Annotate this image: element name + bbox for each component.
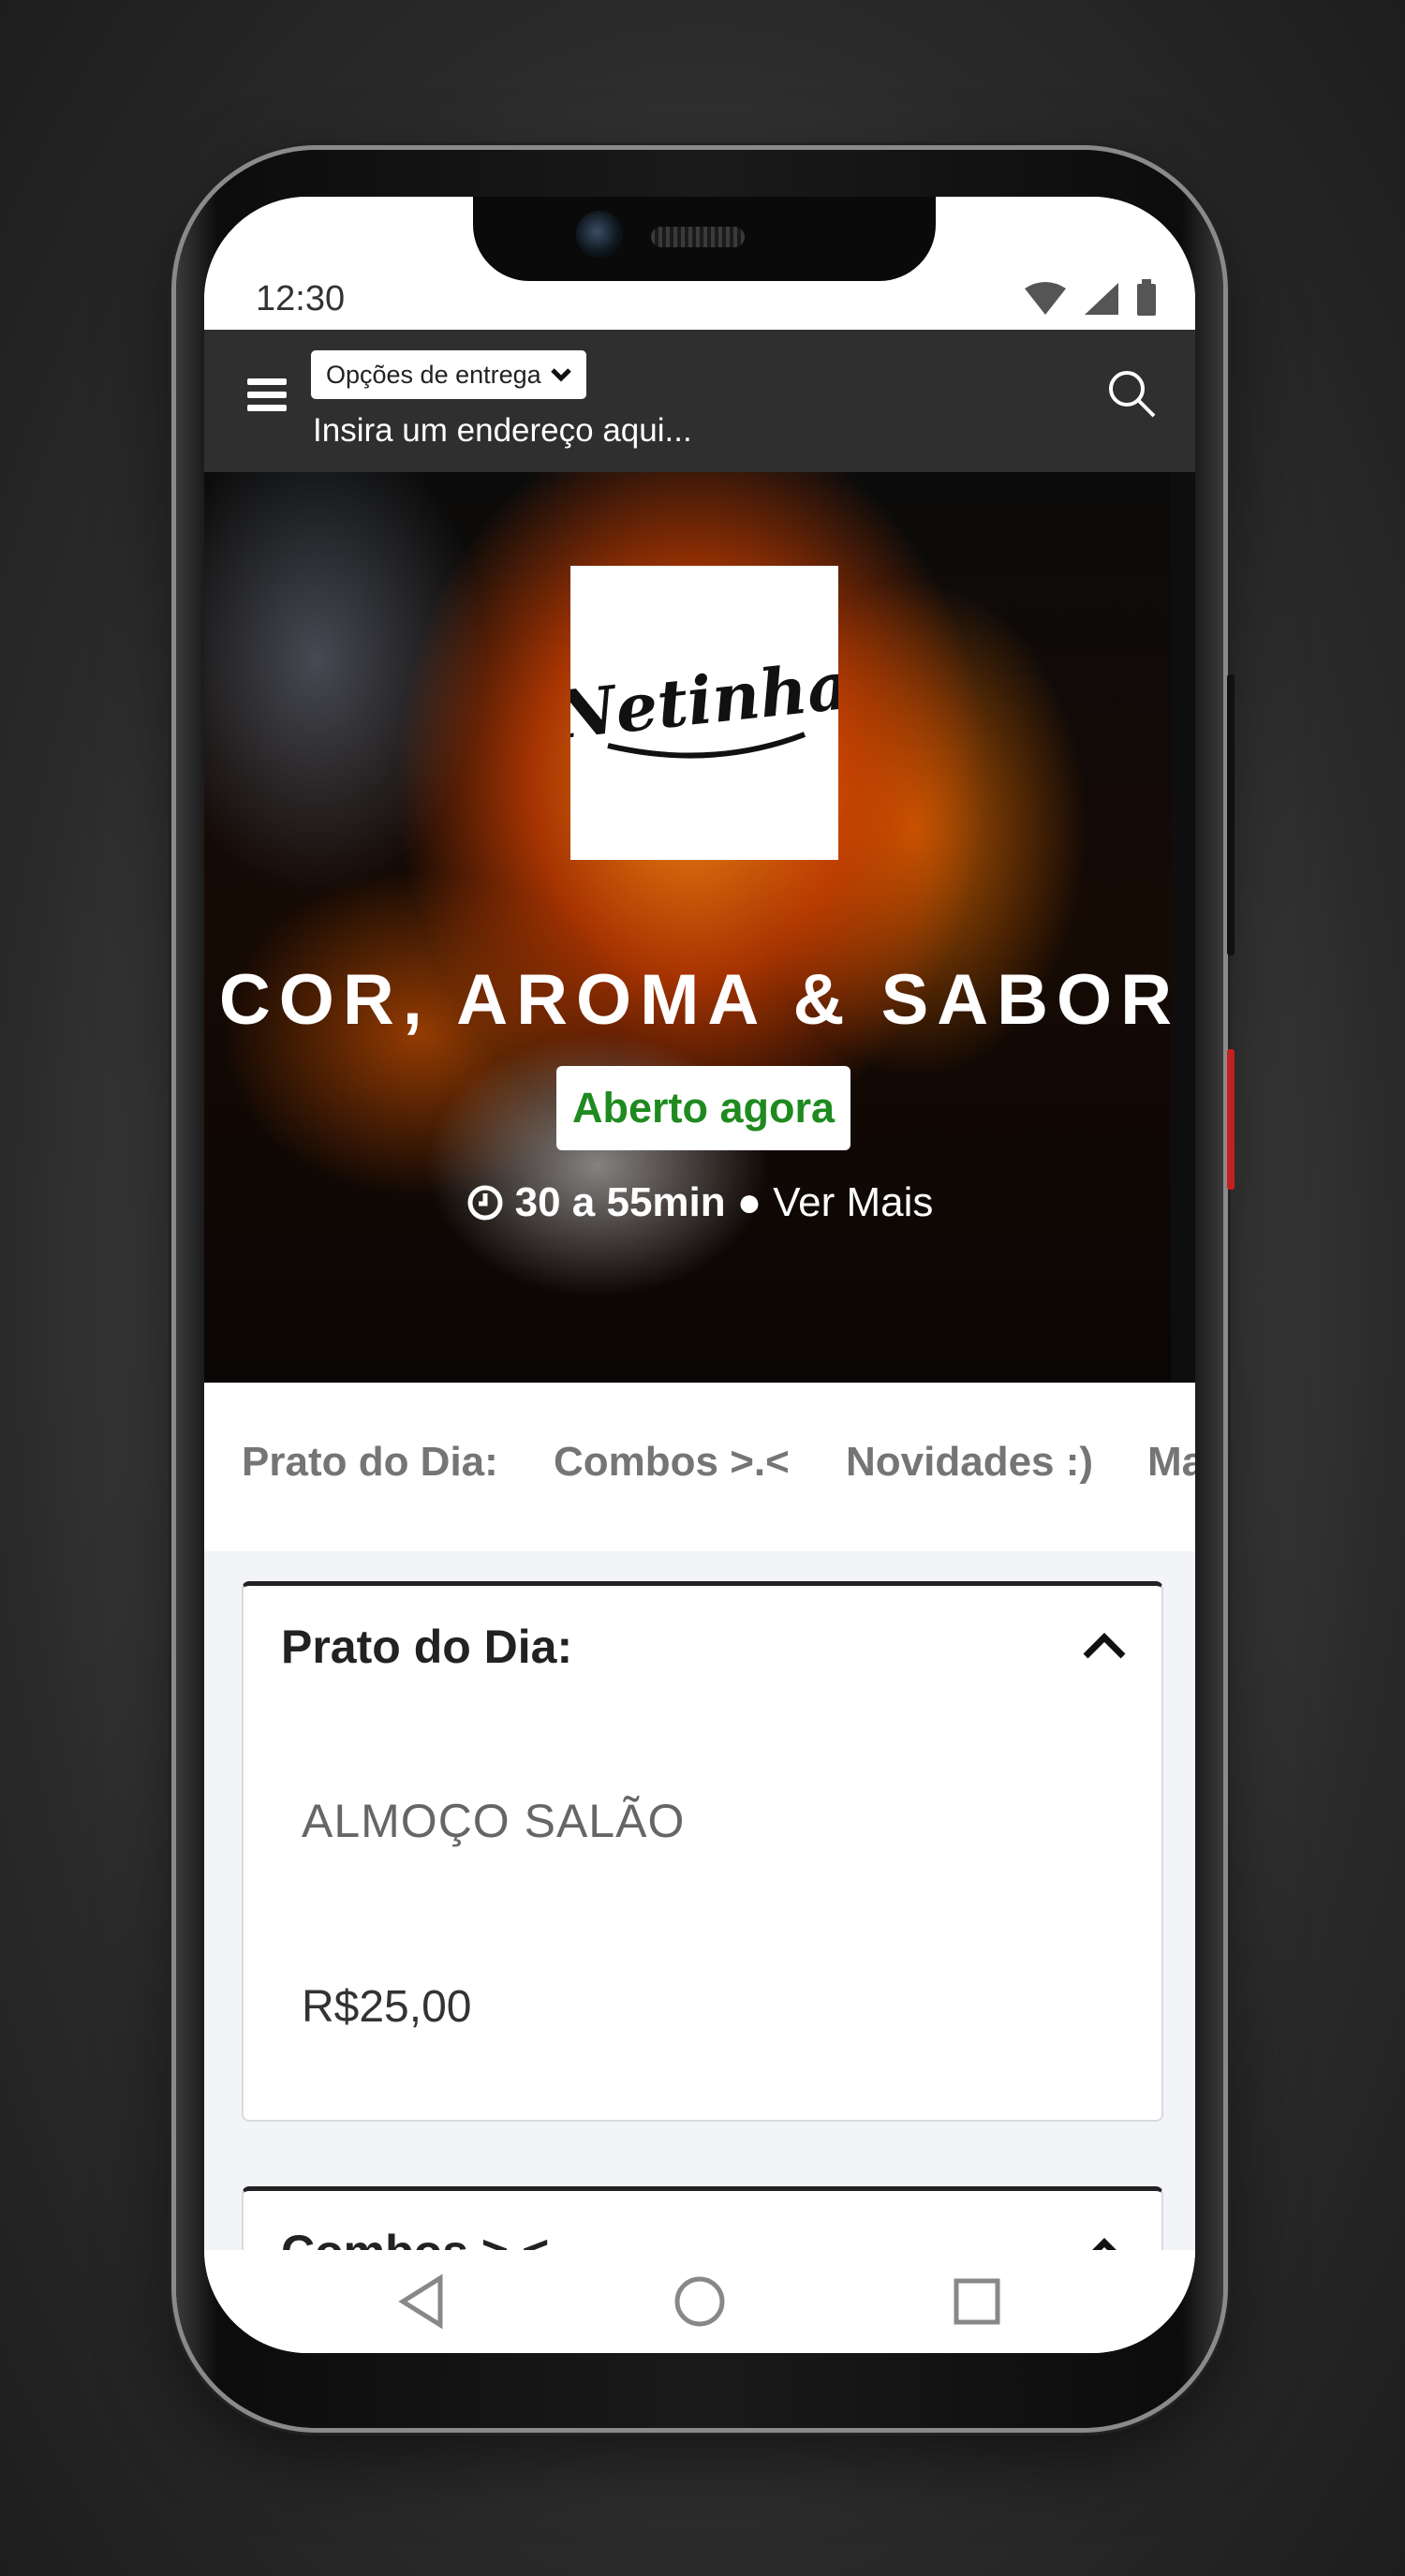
- search-icon[interactable]: [1105, 367, 1158, 420]
- delivery-time: 30 a 55min: [514, 1179, 726, 1225]
- delivery-options-label: Opções de entrega: [326, 360, 541, 389]
- system-nav-bar: [204, 2250, 1195, 2353]
- tab-prato-do-dia[interactable]: Prato do Dia:: [242, 1439, 498, 1486]
- volume-button: [1227, 1049, 1235, 1190]
- hero-edge: [1171, 472, 1195, 1383]
- section-card: Combos >.<: [242, 2186, 1163, 2250]
- address-input[interactable]: Insira um endereço aqui...: [313, 412, 692, 450]
- status-bar: 12:30: [204, 197, 1195, 330]
- section-card: Prato do Dia: ALMOÇO SALÃO R$25,00: [242, 1581, 1163, 2122]
- section-title[interactable]: Prato do Dia:: [281, 1620, 572, 1674]
- app-header: Opções de entrega Insira um endereço aqu…: [204, 330, 1195, 472]
- tab-novidades[interactable]: Novidades :): [846, 1439, 1093, 1486]
- logo-mark: Netinha: [551, 646, 853, 759]
- chevron-up-icon[interactable]: [1081, 1627, 1128, 1661]
- phone-frame: 12:30 Opções de entrega Insira um endere…: [176, 150, 1235, 2428]
- back-icon[interactable]: [392, 2269, 457, 2334]
- menu-icon[interactable]: [247, 378, 287, 414]
- clock-icon: [467, 1185, 503, 1221]
- restaurant-logo: Netinha: [551, 566, 853, 860]
- hero-banner: Netinha COR, AROMA & SABOR Aberto agora …: [204, 472, 1195, 1383]
- delivery-options-dropdown[interactable]: Opções de entrega: [311, 350, 586, 399]
- tab-more[interactable]: Ma: [1147, 1439, 1195, 1486]
- menu-content: Prato do Dia: ALMOÇO SALÃO R$25,00 Combo…: [204, 1551, 1195, 2250]
- hero-title: COR, AROMA & SABOR: [218, 960, 1181, 1040]
- tab-combos[interactable]: Combos >.<: [554, 1439, 790, 1486]
- separator: ●: [736, 1179, 762, 1225]
- chevron-down-icon: [550, 368, 571, 382]
- earpiece-speaker: [651, 227, 745, 247]
- section-title[interactable]: Combos >.<: [281, 2225, 549, 2250]
- status-icons: [1023, 279, 1158, 317]
- status-time: 12:30: [256, 279, 346, 318]
- power-button: [1227, 674, 1235, 955]
- battery-icon: [1137, 279, 1156, 316]
- notch: [473, 197, 936, 281]
- menu-item-name[interactable]: ALMOÇO SALÃO: [302, 1794, 685, 1848]
- home-icon[interactable]: [667, 2269, 732, 2334]
- category-tabs: Prato do Dia: Combos >.< Novidades :) Ma: [204, 1383, 1195, 1551]
- delivery-info: 30 a 55min ● Ver Mais: [204, 1179, 1195, 1226]
- wifi-icon: [1025, 282, 1066, 315]
- screen: 12:30 Opções de entrega Insira um endere…: [204, 197, 1195, 2353]
- front-camera: [576, 211, 623, 258]
- chevron-up-icon[interactable]: [1081, 2232, 1128, 2250]
- signal-icon: [1085, 283, 1118, 315]
- open-status-badge: Aberto agora: [556, 1066, 850, 1150]
- menu-item-price: R$25,00: [302, 1982, 472, 2032]
- recents-icon[interactable]: [944, 2269, 1010, 2334]
- see-more-link[interactable]: Ver Mais: [773, 1179, 933, 1226]
